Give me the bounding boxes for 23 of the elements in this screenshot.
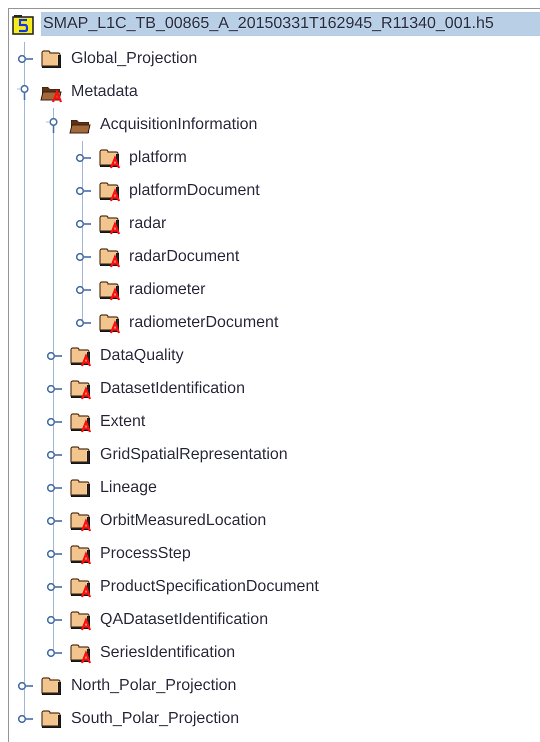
tree-item[interactable]: platformDocument <box>127 178 262 202</box>
tree-item[interactable]: radiometer <box>127 278 208 302</box>
tree-item[interactable]: DataQuality <box>98 344 186 368</box>
tree-item[interactable]: South_Polar_Projection <box>69 706 242 730</box>
tree-item[interactable]: SMAP_L1C_TB_00865_A_20150331T162945_R11340_001.h5 <box>41 12 540 36</box>
tree-item[interactable]: ProductSpecificationDocument <box>98 574 321 598</box>
tree-item[interactable]: radar <box>127 212 168 236</box>
tree-item[interactable]: Global_Projection <box>69 46 200 70</box>
tree-item[interactable]: AcquisitionInformation <box>98 112 260 136</box>
tree-item[interactable]: QADatasetIdentification <box>98 608 270 632</box>
tree-item[interactable]: SeriesIdentification <box>98 640 238 664</box>
tree-item[interactable]: ProcessStep <box>98 542 193 566</box>
tree-item[interactable]: radarDocument <box>127 244 242 268</box>
tree-item[interactable]: platform <box>127 146 189 170</box>
file-icon <box>11 12 35 34</box>
tree-item[interactable]: DatasetIdentification <box>98 376 247 400</box>
tree-item[interactable]: Metadata <box>69 80 140 104</box>
tree-item[interactable]: Lineage <box>98 476 159 500</box>
tree-item[interactable]: North_Polar_Projection <box>69 674 238 698</box>
tree-item[interactable]: GridSpatialRepresentation <box>98 442 290 466</box>
tree-item[interactable]: Extent <box>98 410 148 434</box>
tree-item[interactable]: radiometerDocument <box>127 310 280 334</box>
tree-item[interactable]: OrbitMeasuredLocation <box>98 508 268 532</box>
